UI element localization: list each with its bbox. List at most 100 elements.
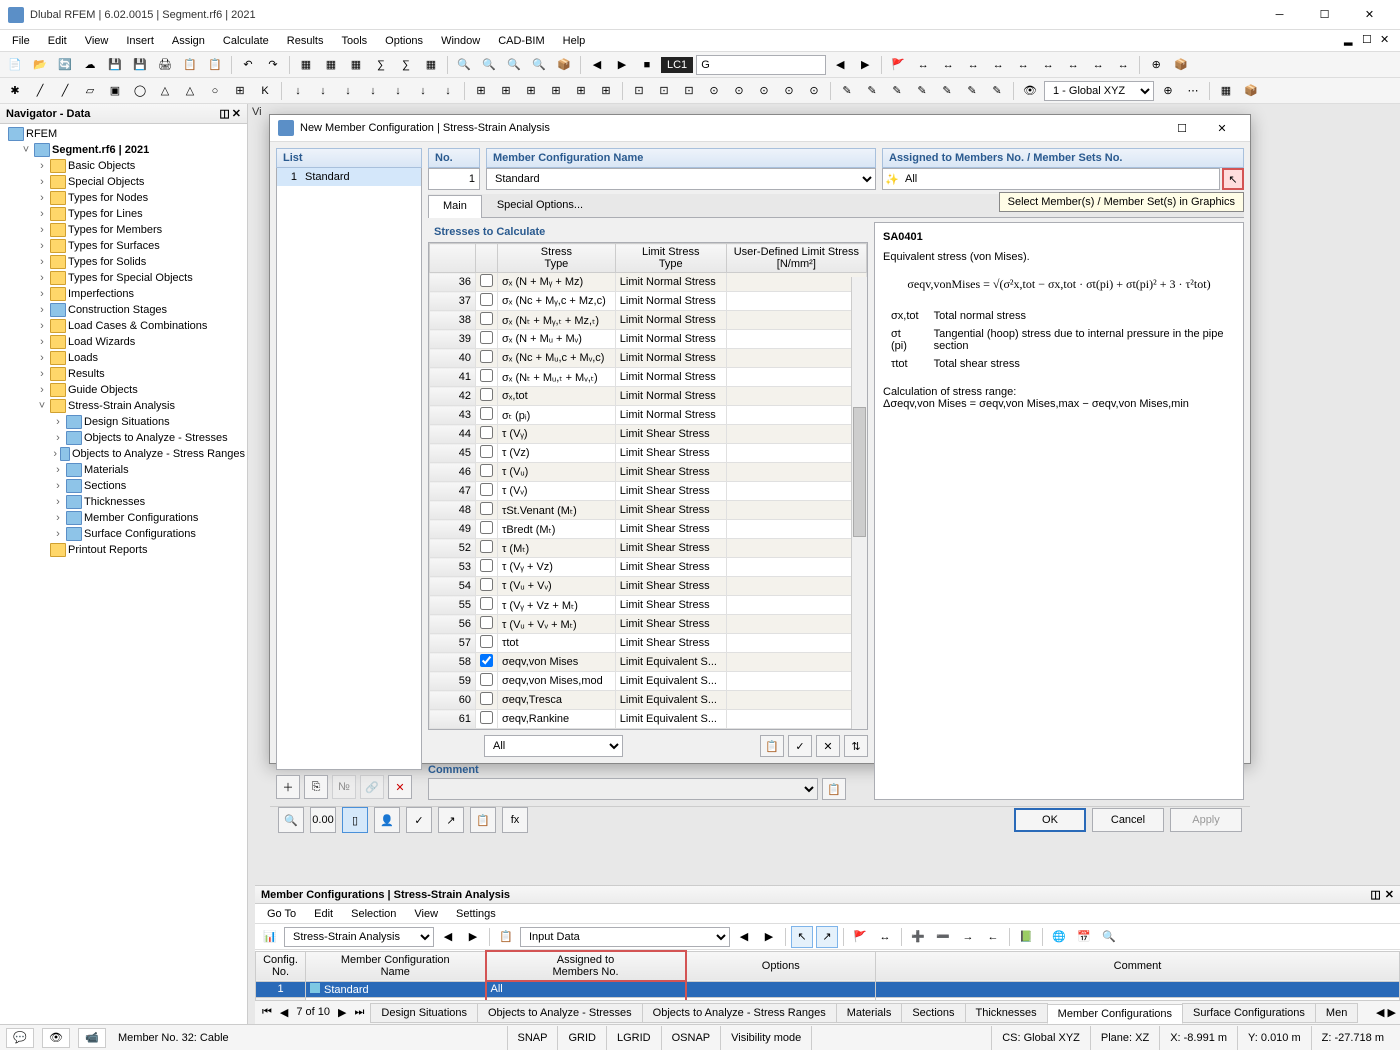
bp-tab[interactable]: Sections: [901, 1003, 965, 1023]
bp-tab[interactable]: Design Situations: [370, 1003, 478, 1023]
bp-scroll-right-icon[interactable]: ▶: [1388, 1007, 1396, 1019]
filter-btn1-icon[interactable]: 📋: [760, 735, 784, 757]
snap2-icon[interactable]: ⊙: [728, 80, 750, 102]
stress-checkbox[interactable]: [480, 350, 493, 363]
stress-row[interactable]: 55τ (Vᵧ + Vz + Mₜ)Limit Shear Stress: [430, 596, 867, 615]
tree-item[interactable]: ›Loads: [2, 350, 245, 366]
bp-menu-settings[interactable]: Settings: [448, 906, 504, 922]
stress-row[interactable]: 59σeqv,von Mises,modLimit Equivalent S..…: [430, 672, 867, 691]
footer-member-icon[interactable]: 👤: [374, 807, 400, 833]
ok-button[interactable]: OK: [1014, 808, 1086, 832]
render-icon[interactable]: ▦: [1215, 80, 1237, 102]
filter-btn4-icon[interactable]: ⇅: [844, 735, 868, 757]
scrollbar[interactable]: [851, 277, 867, 729]
tree-item[interactable]: ›Construction Stages: [2, 302, 245, 318]
bp-first-icon[interactable]: ⏮: [259, 1006, 275, 1019]
load4-icon[interactable]: ↓: [362, 80, 384, 102]
stress-row[interactable]: 38σₓ (Nₜ + Mᵧ,ₜ + Mz,ₜ)Limit Normal Stre…: [430, 311, 867, 330]
stress-row[interactable]: 37σₓ (Nc + Mᵧ,c + Mz,c)Limit Normal Stre…: [430, 292, 867, 311]
render3-icon[interactable]: ▦: [345, 54, 367, 76]
zoom4-icon[interactable]: 🔍: [528, 54, 550, 76]
tree-item[interactable]: ›Types for Lines: [2, 206, 245, 222]
sb-eye-icon[interactable]: 👁: [42, 1028, 70, 1048]
bp-tab[interactable]: Surface Configurations: [1182, 1003, 1316, 1023]
menu-cadbim[interactable]: CAD-BIM: [490, 33, 552, 49]
stress-checkbox[interactable]: [480, 692, 493, 705]
tree-project[interactable]: ˅Segment.rf6 | 2021: [2, 142, 245, 158]
stress-row[interactable]: 56τ (Vᵤ + Vᵥ + Mₜ)Limit Shear Stress: [430, 615, 867, 634]
window-max-icon[interactable]: ☐: [1362, 33, 1378, 49]
node-icon[interactable]: ✱: [4, 80, 26, 102]
edit3-icon[interactable]: ✎: [886, 80, 908, 102]
edit4-icon[interactable]: ✎: [911, 80, 933, 102]
name-select[interactable]: Standard: [486, 168, 876, 190]
comment-input[interactable]: [428, 778, 818, 800]
tab-main[interactable]: Main: [428, 195, 482, 218]
minimize-button[interactable]: ─: [1257, 1, 1302, 29]
opening-icon[interactable]: ◯: [129, 80, 151, 102]
stress-checkbox[interactable]: [480, 464, 493, 477]
menu-view[interactable]: View: [77, 33, 117, 49]
bp-next1-icon[interactable]: ▶: [462, 926, 484, 948]
edit6-icon[interactable]: ✎: [961, 80, 983, 102]
select-graphics-button[interactable]: ↖: [1222, 168, 1244, 190]
stress-checkbox[interactable]: [480, 635, 493, 648]
print-icon[interactable]: 🖨: [154, 54, 176, 76]
bp-globe-icon[interactable]: 🌐: [1048, 926, 1070, 948]
window-restore-icon[interactable]: ▂: [1344, 33, 1360, 49]
bp-menu-goto[interactable]: Go To: [259, 906, 304, 922]
stress-checkbox[interactable]: [480, 597, 493, 610]
stress-checkbox[interactable]: [480, 369, 493, 382]
zoom1-icon[interactable]: 🔍: [453, 54, 475, 76]
stress-row[interactable]: 54τ (Vᵤ + Vᵥ)Limit Shear Stress: [430, 577, 867, 596]
footer-fx-icon[interactable]: fx: [502, 807, 528, 833]
bp-row-1[interactable]: 1 Standard All: [256, 981, 1400, 997]
tree-ssa-child[interactable]: ›Design Situations: [2, 414, 245, 430]
stress-checkbox[interactable]: [480, 502, 493, 515]
stress-row[interactable]: 57τtotLimit Shear Stress: [430, 634, 867, 653]
stress-row[interactable]: 45τ (Vz)Limit Shear Stress: [430, 444, 867, 463]
menu-assign[interactable]: Assign: [164, 33, 213, 49]
nav-close-icon[interactable]: ✕: [232, 107, 241, 120]
sb-grid[interactable]: GRID: [557, 1026, 606, 1050]
section-icon[interactable]: ⊞: [229, 80, 251, 102]
stress-checkbox[interactable]: [480, 274, 493, 287]
no-input[interactable]: [428, 168, 480, 190]
lc-prev-icon[interactable]: ◀: [586, 54, 608, 76]
bp-cal-icon[interactable]: 📅: [1073, 926, 1095, 948]
calc-icon[interactable]: ∑: [370, 54, 392, 76]
lc-icon[interactable]: ■: [636, 54, 658, 76]
apply-button[interactable]: Apply: [1170, 808, 1242, 832]
stress-row[interactable]: 48τSt.Venant (Mₜ)Limit Shear Stress: [430, 501, 867, 520]
stress-row[interactable]: 46τ (Vᵤ)Limit Shear Stress: [430, 463, 867, 482]
line-icon[interactable]: ╱: [29, 80, 51, 102]
grid1-icon[interactable]: ⊡: [628, 80, 650, 102]
dim6-icon[interactable]: ↔: [1037, 54, 1059, 76]
stress-row[interactable]: 53τ (Vᵧ + Vz)Limit Shear Stress: [430, 558, 867, 577]
lc-next-icon[interactable]: ▶: [611, 54, 633, 76]
tree-ssa-child[interactable]: ›Member Configurations: [2, 510, 245, 526]
sb-osnap[interactable]: OSNAP: [661, 1026, 721, 1050]
menu-options[interactable]: Options: [377, 33, 431, 49]
list-copy-icon[interactable]: ⎘: [304, 775, 328, 799]
bp-tab[interactable]: Objects to Analyze - Stresses: [477, 1003, 643, 1023]
edit5-icon[interactable]: ✎: [936, 80, 958, 102]
bp-close-icon[interactable]: ✕: [1385, 888, 1394, 901]
cloud-icon[interactable]: ☁: [79, 54, 101, 76]
stress-checkbox[interactable]: [480, 483, 493, 496]
zoom2-icon[interactable]: 🔍: [478, 54, 500, 76]
filter-btn2-icon[interactable]: ✓: [788, 735, 812, 757]
dim9-icon[interactable]: ↔: [1112, 54, 1134, 76]
tree-printout[interactable]: Printout Reports: [2, 542, 245, 558]
maximize-button[interactable]: ☐: [1302, 1, 1347, 29]
stress-checkbox[interactable]: [480, 540, 493, 553]
stress-checkbox[interactable]: [480, 331, 493, 344]
snap4-icon[interactable]: ⊙: [778, 80, 800, 102]
save-icon[interactable]: 💾: [104, 54, 126, 76]
cube-icon[interactable]: 📦: [1170, 54, 1192, 76]
tree-ssa-child[interactable]: ›Sections: [2, 478, 245, 494]
stress-checkbox[interactable]: [480, 312, 493, 325]
list-new-icon[interactable]: ＋: [276, 775, 300, 799]
refresh-icon[interactable]: 🔄: [54, 54, 76, 76]
tree-item[interactable]: ›Types for Special Objects: [2, 270, 245, 286]
